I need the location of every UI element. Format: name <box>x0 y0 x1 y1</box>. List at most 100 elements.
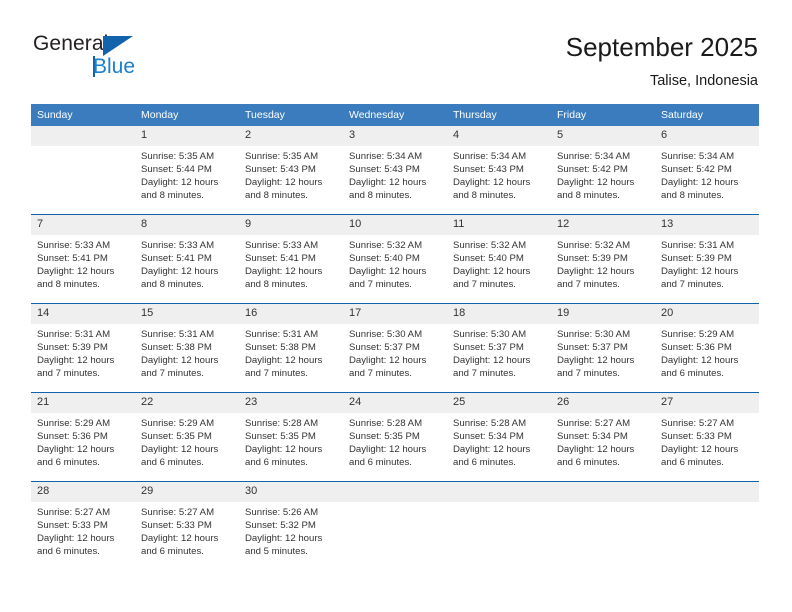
day-details: Sunrise: 5:33 AM Sunset: 5:41 PM Daylight:… <box>135 235 239 292</box>
sunrise-text: Sunrise: 5:32 AM <box>349 240 423 251</box>
calendar-day-cell[interactable]: 13 Sunrise: 5:31 AM Sunset: 5:39 PM Dayligh… <box>655 214 759 297</box>
day-details: Sunrise: 5:33 AM Sunset: 5:41 PM Daylight:… <box>31 235 135 292</box>
calendar-day-cell[interactable] <box>551 481 655 564</box>
calendar-day-cell[interactable]: 29 Sunrise: 5:27 AM Sunset: 5:33 PM Dayligh… <box>135 481 239 564</box>
calendar-day-cell[interactable]: 28 Sunrise: 5:27 AM Sunset: 5:33 PM Dayligh… <box>31 481 135 564</box>
calendar-day-cell[interactable]: 1 Sunrise: 5:35 AM Sunset: 5:44 PM Daylight… <box>135 126 239 208</box>
day-number <box>447 482 551 502</box>
day-details: Sunrise: 5:34 AM Sunset: 5:42 PM Daylight:… <box>551 146 655 203</box>
calendar-day-cell[interactable]: 6 Sunrise: 5:34 AM Sunset: 5:42 PM Daylight… <box>655 126 759 208</box>
daylight-text-line1: Daylight: 12 hours <box>245 176 323 188</box>
weekday-header-sunday: Sunday <box>31 104 135 126</box>
day-number: 21 <box>31 393 135 413</box>
day-details: Sunrise: 5:31 AM Sunset: 5:39 PM Daylight:… <box>31 324 135 381</box>
daylight-text-line2: and 8 minutes. <box>453 189 516 201</box>
calendar-day-cell[interactable]: 10 Sunrise: 5:32 AM Sunset: 5:40 PM Dayligh… <box>343 214 447 297</box>
daylight-text-line1: Daylight: 12 hours <box>349 265 427 277</box>
calendar-day-cell[interactable] <box>31 126 135 208</box>
day-number: 3 <box>343 126 447 146</box>
day-number: 15 <box>135 304 239 324</box>
calendar-day-cell[interactable]: 8 Sunrise: 5:33 AM Sunset: 5:41 PM Daylight… <box>135 214 239 297</box>
calendar-day-cell[interactable]: 25 Sunrise: 5:28 AM Sunset: 5:34 PM Dayligh… <box>447 392 551 475</box>
calendar-day-cell[interactable]: 5 Sunrise: 5:34 AM Sunset: 5:42 PM Daylight… <box>551 126 655 208</box>
sunrise-text: Sunrise: 5:28 AM <box>245 418 319 429</box>
sunset-text: Sunset: 5:42 PM <box>661 163 732 175</box>
calendar-day-cell[interactable]: 20 Sunrise: 5:29 AM Sunset: 5:36 PM Dayligh… <box>655 303 759 386</box>
sunset-text: Sunset: 5:41 PM <box>141 252 212 264</box>
day-details: Sunrise: 5:30 AM Sunset: 5:37 PM Daylight:… <box>551 324 655 381</box>
general-blue-logo[interactable]: General Blue <box>33 32 163 84</box>
daylight-text-line1: Daylight: 12 hours <box>661 443 739 455</box>
calendar-day-cell[interactable] <box>447 481 551 564</box>
daylight-text-line2: and 8 minutes. <box>37 278 100 290</box>
day-number: 1 <box>135 126 239 146</box>
calendar-day-cell[interactable]: 9 Sunrise: 5:33 AM Sunset: 5:41 PM Daylight… <box>239 214 343 297</box>
sunrise-text: Sunrise: 5:30 AM <box>453 329 527 340</box>
day-number: 20 <box>655 304 759 324</box>
calendar-day-cell[interactable]: 19 Sunrise: 5:30 AM Sunset: 5:37 PM Dayligh… <box>551 303 655 386</box>
day-number: 26 <box>551 393 655 413</box>
calendar-day-cell[interactable]: 23 Sunrise: 5:28 AM Sunset: 5:35 PM Dayligh… <box>239 392 343 475</box>
sunrise-text: Sunrise: 5:29 AM <box>37 418 111 429</box>
daylight-text-line1: Daylight: 12 hours <box>661 176 739 188</box>
sunrise-text: Sunrise: 5:28 AM <box>349 418 423 429</box>
daylight-text-line1: Daylight: 12 hours <box>661 354 739 366</box>
sunset-text: Sunset: 5:39 PM <box>37 341 108 353</box>
sunrise-text: Sunrise: 5:32 AM <box>453 240 527 251</box>
calendar-day-cell[interactable]: 2 Sunrise: 5:35 AM Sunset: 5:43 PM Daylight… <box>239 126 343 208</box>
daylight-text-line2: and 7 minutes. <box>141 367 204 379</box>
daylight-text-line2: and 8 minutes. <box>245 278 308 290</box>
weekday-header-friday: Friday <box>551 104 655 126</box>
daylight-text-line2: and 6 minutes. <box>141 456 204 468</box>
day-number: 22 <box>135 393 239 413</box>
day-details: Sunrise: 5:32 AM Sunset: 5:39 PM Daylight:… <box>551 235 655 292</box>
day-details <box>31 146 135 151</box>
logo-triangle-icon <box>103 36 133 56</box>
calendar-day-cell[interactable]: 26 Sunrise: 5:27 AM Sunset: 5:34 PM Dayligh… <box>551 392 655 475</box>
daylight-text-line2: and 7 minutes. <box>349 367 412 379</box>
calendar-header-row: Sunday Monday Tuesday Wednesday Thursday… <box>31 104 759 126</box>
calendar-day-cell[interactable]: 15 Sunrise: 5:31 AM Sunset: 5:38 PM Dayligh… <box>135 303 239 386</box>
daylight-text-line2: and 7 minutes. <box>349 278 412 290</box>
day-number: 18 <box>447 304 551 324</box>
calendar-day-cell[interactable]: 24 Sunrise: 5:28 AM Sunset: 5:35 PM Dayligh… <box>343 392 447 475</box>
calendar-day-cell[interactable]: 17 Sunrise: 5:30 AM Sunset: 5:37 PM Dayligh… <box>343 303 447 386</box>
day-number: 14 <box>31 304 135 324</box>
day-number: 5 <box>551 126 655 146</box>
calendar-day-cell[interactable]: 22 Sunrise: 5:29 AM Sunset: 5:35 PM Dayligh… <box>135 392 239 475</box>
calendar-day-cell[interactable]: 21 Sunrise: 5:29 AM Sunset: 5:36 PM Dayligh… <box>31 392 135 475</box>
sunset-text: Sunset: 5:40 PM <box>453 252 524 264</box>
sunrise-text: Sunrise: 5:32 AM <box>557 240 631 251</box>
calendar-day-cell[interactable] <box>343 481 447 564</box>
page-title: September 2025 <box>565 32 758 62</box>
day-details: Sunrise: 5:26 AM Sunset: 5:32 PM Daylight:… <box>239 502 343 559</box>
calendar-day-cell[interactable]: 12 Sunrise: 5:32 AM Sunset: 5:39 PM Dayligh… <box>551 214 655 297</box>
calendar-day-cell[interactable]: 16 Sunrise: 5:31 AM Sunset: 5:38 PM Dayligh… <box>239 303 343 386</box>
daylight-text-line2: and 6 minutes. <box>37 456 100 468</box>
daylight-text-line2: and 6 minutes. <box>453 456 516 468</box>
sunset-text: Sunset: 5:39 PM <box>661 252 732 264</box>
calendar-day-cell[interactable]: 11 Sunrise: 5:32 AM Sunset: 5:40 PM Dayligh… <box>447 214 551 297</box>
calendar-day-cell[interactable]: 18 Sunrise: 5:30 AM Sunset: 5:37 PM Dayligh… <box>447 303 551 386</box>
calendar-day-cell[interactable]: 27 Sunrise: 5:27 AM Sunset: 5:33 PM Dayligh… <box>655 392 759 475</box>
calendar-day-cell[interactable]: 14 Sunrise: 5:31 AM Sunset: 5:39 PM Dayligh… <box>31 303 135 386</box>
calendar-week-row: 14 Sunrise: 5:31 AM Sunset: 5:39 PM Dayligh… <box>31 303 759 386</box>
day-number: 28 <box>31 482 135 502</box>
daylight-text-line2: and 8 minutes. <box>557 189 620 201</box>
calendar-day-cell[interactable]: 30 Sunrise: 5:26 AM Sunset: 5:32 PM Dayligh… <box>239 481 343 564</box>
calendar-day-cell[interactable]: 4 Sunrise: 5:34 AM Sunset: 5:43 PM Daylight… <box>447 126 551 208</box>
sunrise-text: Sunrise: 5:27 AM <box>557 418 631 429</box>
day-details: Sunrise: 5:35 AM Sunset: 5:43 PM Daylight:… <box>239 146 343 203</box>
day-details: Sunrise: 5:34 AM Sunset: 5:43 PM Daylight:… <box>343 146 447 203</box>
daylight-text-line1: Daylight: 12 hours <box>349 354 427 366</box>
sunrise-text: Sunrise: 5:27 AM <box>37 507 111 518</box>
sunset-text: Sunset: 5:35 PM <box>141 430 212 442</box>
calendar-day-cell[interactable]: 3 Sunrise: 5:34 AM Sunset: 5:43 PM Daylight… <box>343 126 447 208</box>
calendar-day-cell[interactable]: 7 Sunrise: 5:33 AM Sunset: 5:41 PM Daylight… <box>31 214 135 297</box>
sunrise-text: Sunrise: 5:31 AM <box>141 329 215 340</box>
calendar-day-cell[interactable] <box>655 481 759 564</box>
sunset-text: Sunset: 5:35 PM <box>245 430 316 442</box>
sunset-text: Sunset: 5:33 PM <box>661 430 732 442</box>
sunset-text: Sunset: 5:33 PM <box>37 519 108 531</box>
sunset-text: Sunset: 5:41 PM <box>245 252 316 264</box>
